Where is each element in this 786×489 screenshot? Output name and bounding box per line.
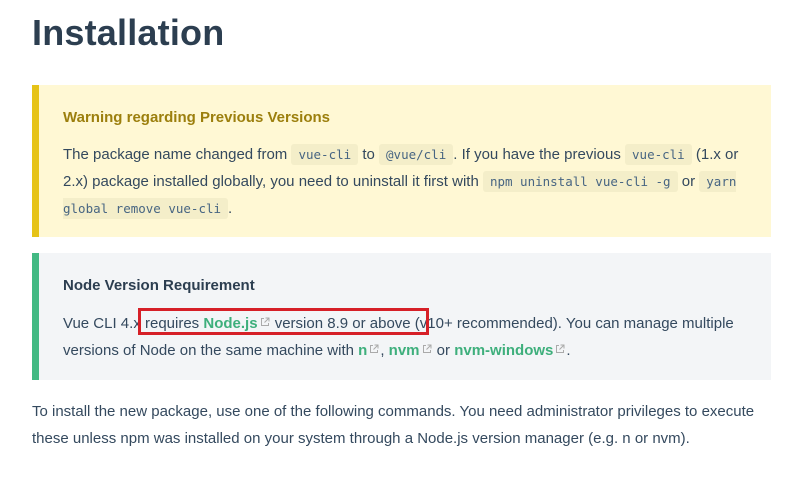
n-link[interactable]: n: [358, 342, 380, 359]
warning-text: or: [677, 173, 700, 190]
nvm-windows-link-label: nvm-windows: [454, 342, 554, 359]
code-npm-uninstall: npm uninstall vue-cli -g: [482, 171, 678, 192]
warning-text: to: [358, 146, 380, 163]
tip-title: Node Version Requirement: [63, 277, 255, 294]
tip-body: Vue CLI 4.x requires Node.js version 8.9…: [63, 310, 753, 364]
tip-text: Vue CLI 4.x requires: [63, 315, 204, 332]
code-vue-scoped-cli: @vue/cli: [379, 144, 454, 165]
node-requirement-box: Node Version Requirement Vue CLI 4.x req…: [32, 253, 771, 380]
warning-title: Warning regarding Previous Versions: [63, 109, 331, 126]
external-link-icon: [422, 344, 432, 353]
external-link-icon: [556, 344, 565, 353]
warning-box: Warning regarding Previous Versions The …: [32, 85, 771, 237]
external-link-icon: [260, 317, 270, 326]
warning-text: The package name changed from: [63, 146, 292, 163]
install-instructions-paragraph: To install the new package, use one of t…: [32, 403, 755, 447]
warning-body: The package name changed from vue-cli to…: [63, 141, 753, 222]
nvm-link[interactable]: nvm: [389, 342, 433, 359]
nodejs-link[interactable]: Node.js: [203, 315, 270, 332]
code-vue-cli: vue-cli: [625, 144, 692, 165]
tip-text: or: [432, 342, 455, 359]
nvm-windows-link[interactable]: nvm-windows: [454, 342, 566, 359]
n-link-label: n: [358, 342, 368, 359]
code-vue-cli: vue-cli: [291, 144, 359, 165]
tip-text: .: [566, 342, 571, 359]
warning-text: . If you have the previous: [453, 146, 626, 163]
page-title: Installation: [32, 12, 225, 53]
nvm-link-label: nvm: [388, 342, 420, 359]
tip-text: ,: [380, 342, 389, 359]
external-link-icon: [370, 344, 379, 353]
warning-text: .: [228, 200, 233, 217]
nodejs-link-label: Node.js: [203, 315, 258, 332]
